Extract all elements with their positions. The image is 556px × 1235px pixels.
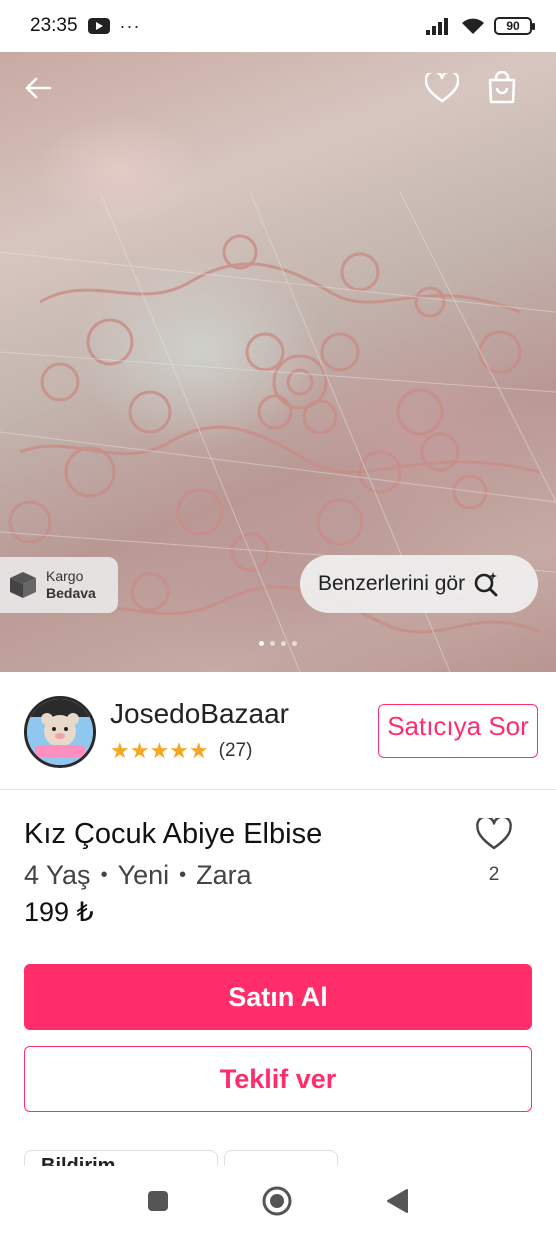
star-rating-icons: ★★★★★ [110,738,209,763]
similar-items-button[interactable]: Benzerlerini gör [300,555,538,613]
square-icon [148,1191,168,1211]
separator-dot: • [100,864,108,886]
product-favorite[interactable]: 2 [470,818,518,886]
status-time: 23:35 [30,15,78,36]
home-button[interactable] [262,1186,292,1216]
favorite-count: 2 [488,864,500,885]
rating-count: (27) [218,740,253,761]
ask-seller-button[interactable]: Satıcıya Sor [378,704,538,758]
back-button[interactable] [16,66,60,110]
free-shipping-badge: Kargo Bedava [0,557,118,613]
kargo-label: Kargo [46,568,84,584]
heart-icon [425,73,459,103]
avatar-image [27,699,93,765]
wifi-icon [462,18,484,34]
product-size: 4 Yaş [24,860,91,890]
product-brand[interactable]: Zara [196,860,252,891]
product-image[interactable]: Kargo Bedava Benzerlerini gör [0,52,556,672]
product-attributes: 4 Yaş • Yeni • Zara [24,860,252,891]
battery-icon: 90 [494,17,535,35]
seller-rating: ★★★★★ (27) [110,738,252,764]
arrow-left-icon [25,77,52,99]
heart-icon[interactable] [476,818,512,850]
recents-button[interactable] [143,1186,173,1216]
kargo-free-label: Bedava [46,585,96,601]
pagination-dot [281,641,286,646]
make-offer-button[interactable]: Teklif ver [24,1046,532,1112]
circle-icon [262,1186,292,1216]
seller-name[interactable]: JosedoBazaar [110,698,289,730]
cart-button[interactable] [480,66,524,110]
chip-second[interactable] [224,1150,338,1166]
image-pagination-dots [0,641,556,646]
separator-dot: • [179,864,187,886]
more-notifications-icon: ··· [119,15,141,36]
pagination-dot [270,641,275,646]
product-title: Kız Çocuk Abiye Elbise [24,818,323,850]
system-nav-bar [0,1166,556,1235]
system-back-button[interactable] [382,1186,412,1216]
buy-now-button[interactable]: Satın Al [24,964,532,1030]
favorite-button[interactable] [420,66,464,110]
status-bar: 23:35 ··· 90 [0,0,556,52]
shopping-bag-icon [488,71,516,104]
product-condition: Yeni [117,860,170,890]
signal-icon [426,18,448,35]
product-price: 199 ₺ [24,897,94,927]
box-icon [10,572,36,598]
similar-items-label: Benzerlerini gör [318,572,466,595]
triangle-back-icon [387,1189,408,1213]
chip-first[interactable]: Bildirim [24,1150,218,1166]
pagination-dot [292,641,297,646]
search-sparkle-icon [474,572,498,597]
youtube-notification-icon [87,18,110,34]
bottom-chips-row: Bildirim [0,1148,556,1166]
seller-row[interactable]: JosedoBazaar ★★★★★ (27) Satıcıya Sor [0,672,556,790]
pagination-dot [259,641,264,646]
seller-avatar[interactable] [24,696,96,768]
